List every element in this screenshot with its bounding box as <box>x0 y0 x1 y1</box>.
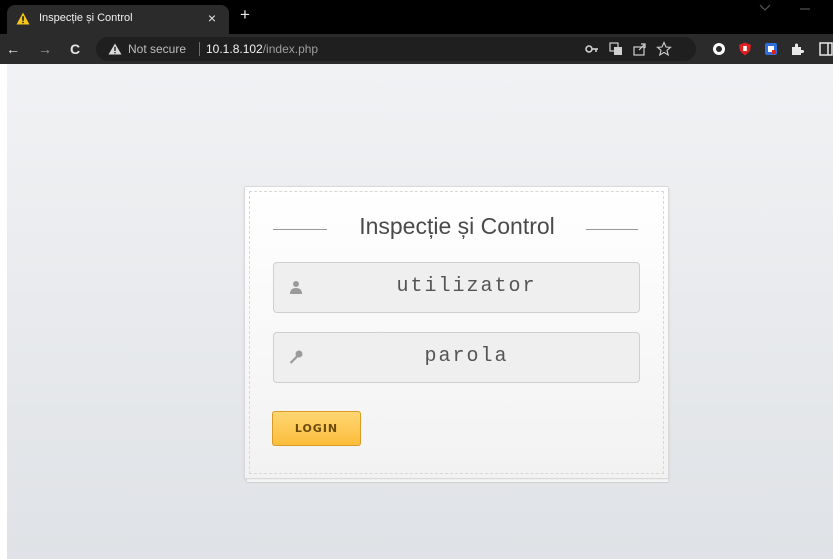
user-icon <box>290 281 302 294</box>
warning-icon <box>108 43 122 55</box>
address-separator <box>199 42 200 56</box>
reload-button[interactable]: C <box>66 40 84 58</box>
puzzle-extensions-icon[interactable] <box>790 42 804 56</box>
url-text[interactable]: 10.1.8.102/index.php <box>206 42 318 56</box>
password-field[interactable]: parola <box>273 332 640 383</box>
red-shield-extension-icon[interactable] <box>738 42 752 56</box>
key-icon <box>289 350 303 364</box>
share-icon[interactable] <box>632 41 648 57</box>
blue-extension-icon[interactable] <box>764 42 778 56</box>
minimize-icon[interactable] <box>795 2 815 16</box>
password-placeholder: parola <box>424 345 509 368</box>
username-placeholder: utilizator <box>396 275 537 298</box>
address-bar[interactable]: Not secure 10.1.8.102/index.php <box>96 37 696 61</box>
key-icon[interactable] <box>584 41 600 57</box>
browser-tab[interactable]: Inspecție și Control × <box>7 5 229 34</box>
tab-title: Inspecție și Control <box>39 12 133 24</box>
title-divider-left <box>273 229 327 230</box>
url-path: /index.php <box>262 42 319 56</box>
security-status[interactable]: Not secure <box>128 42 186 56</box>
browser-toolbar: ← → C Not secure 10.1.8.102/index.php <box>0 34 833 64</box>
page-viewport: Inspecție și Control utilizator parola L… <box>7 64 833 559</box>
tab-close-icon[interactable]: × <box>203 9 221 27</box>
title-divider-right <box>586 229 638 230</box>
bookmark-star-icon[interactable] <box>656 41 672 57</box>
translate-icon[interactable] <box>608 41 624 57</box>
card-shadow-stack <box>246 479 669 483</box>
back-button[interactable]: ← <box>4 40 22 58</box>
chevron-down-icon[interactable] <box>755 2 775 16</box>
username-field[interactable]: utilizator <box>273 262 640 313</box>
login-title: Inspecție și Control <box>359 213 555 239</box>
login-button[interactable]: LOGIN <box>272 411 361 446</box>
tab-strip: Inspecție și Control × + <box>0 0 833 34</box>
side-panel-icon[interactable] <box>819 42 833 56</box>
new-tab-button[interactable]: + <box>236 6 254 24</box>
forward-button[interactable]: → <box>36 40 54 58</box>
url-host: 10.1.8.102 <box>206 42 263 56</box>
circle-extension-icon[interactable] <box>712 42 726 56</box>
warning-icon <box>16 12 30 25</box>
